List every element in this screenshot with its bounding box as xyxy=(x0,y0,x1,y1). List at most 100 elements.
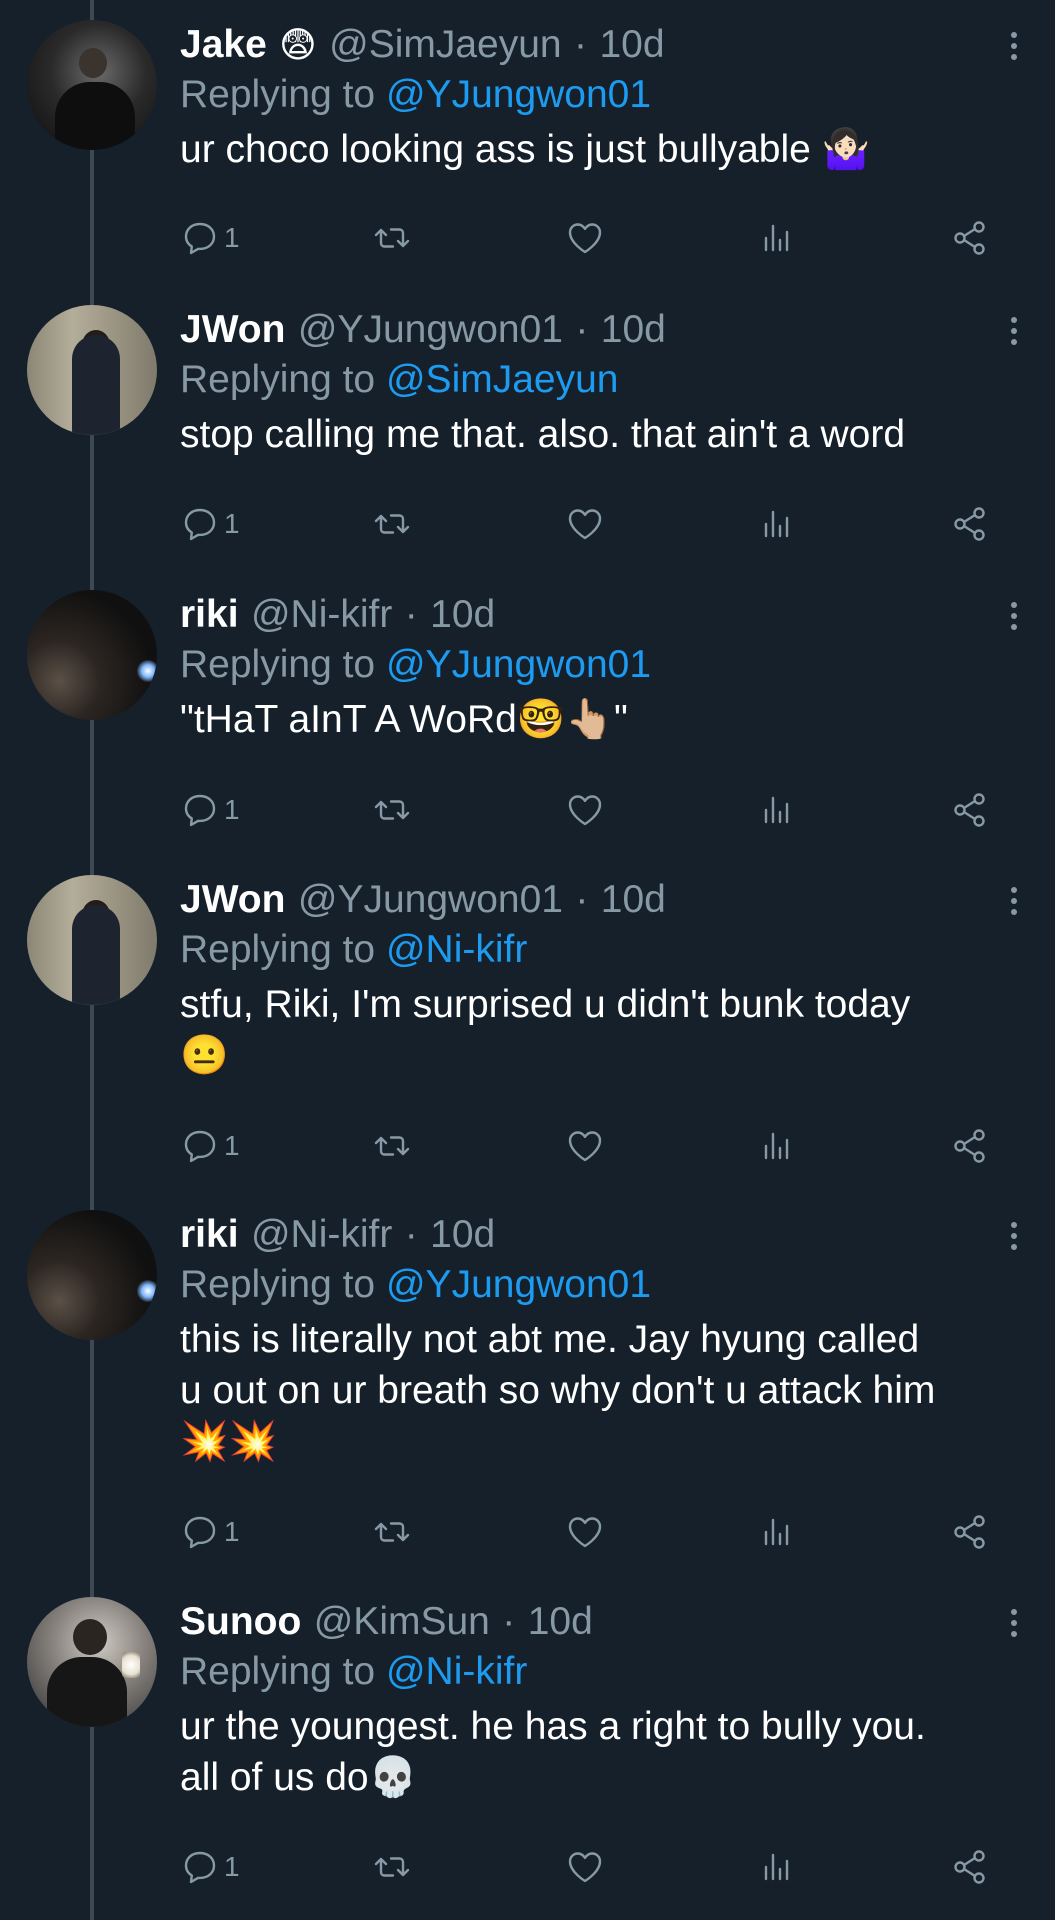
tweet-text: ur choco looking ass is just bullyable 🤷… xyxy=(180,128,871,171)
timestamp[interactable]: 10d xyxy=(430,593,495,636)
user-handle[interactable]: @Ni-kifr xyxy=(251,1213,392,1256)
replying-to: Replying to @Ni-kifr xyxy=(180,925,1020,975)
share-button[interactable] xyxy=(950,1845,990,1889)
retweet-button[interactable] xyxy=(372,1510,412,1554)
display-name[interactable]: Sunoo xyxy=(180,1600,301,1643)
views-button[interactable] xyxy=(758,788,798,832)
share-icon xyxy=(954,1515,985,1549)
like-button[interactable] xyxy=(565,216,605,260)
views-button[interactable] xyxy=(758,1845,798,1889)
reply-button[interactable]: 1 xyxy=(180,1124,240,1168)
reply-button[interactable]: 1 xyxy=(180,1510,240,1554)
avatar[interactable] xyxy=(27,875,157,1005)
reply-icon xyxy=(184,222,216,255)
like-button[interactable] xyxy=(565,502,605,546)
timestamp[interactable]: 10d xyxy=(430,1213,495,1256)
share-button[interactable] xyxy=(950,502,990,546)
mention-link[interactable]: @YJungwon01 xyxy=(386,73,651,116)
views-button[interactable] xyxy=(758,1124,798,1168)
retweet-button[interactable] xyxy=(372,788,412,832)
display-name[interactable]: Jake xyxy=(180,23,267,66)
share-button[interactable] xyxy=(950,1510,990,1554)
mention-link[interactable]: @Ni-kifr xyxy=(386,1650,527,1693)
like-button[interactable] xyxy=(565,1510,605,1554)
reply-button[interactable]: 1 xyxy=(180,216,240,260)
display-name[interactable]: riki xyxy=(180,593,239,636)
separator-dot: · xyxy=(502,1600,516,1643)
retweet-button[interactable] xyxy=(372,502,412,546)
replying-label: Replying to xyxy=(180,358,376,401)
retweet-button[interactable] xyxy=(372,216,412,260)
reply-button[interactable]: 1 xyxy=(180,1845,240,1889)
user-handle[interactable]: @KimSun xyxy=(314,1600,490,1643)
mention-link[interactable]: @YJungwon01 xyxy=(386,1263,651,1306)
retweet-button[interactable] xyxy=(372,1124,412,1168)
more-vertical-icon[interactable] xyxy=(1011,1609,1017,1639)
share-button[interactable] xyxy=(950,216,990,260)
user-handle[interactable]: @SimJaeyun xyxy=(329,23,562,66)
tweet-header: Sunoo @KimSun · 10d xyxy=(180,1597,1020,1647)
avatar[interactable] xyxy=(27,1597,157,1727)
share-button[interactable] xyxy=(950,788,990,832)
timestamp[interactable]: 10d xyxy=(601,308,666,351)
like-button[interactable] xyxy=(565,788,605,832)
timestamp[interactable]: 10d xyxy=(601,878,666,921)
display-name[interactable]: JWon xyxy=(180,308,285,351)
timestamp[interactable]: 10d xyxy=(528,1600,593,1643)
reply-count: 1 xyxy=(224,1516,240,1547)
avatar[interactable] xyxy=(27,305,157,435)
more-vertical-icon[interactable] xyxy=(1011,317,1017,347)
views-button[interactable] xyxy=(758,216,798,260)
more-vertical-icon[interactable] xyxy=(1011,1222,1017,1252)
heart-icon xyxy=(568,1852,602,1883)
like-button[interactable] xyxy=(565,1845,605,1889)
views-button[interactable] xyxy=(758,502,798,546)
reply-count: 1 xyxy=(224,794,240,825)
reply-count: 1 xyxy=(224,1851,240,1882)
retweet-button[interactable] xyxy=(372,1845,412,1889)
avatar[interactable] xyxy=(27,1210,157,1340)
more-vertical-icon[interactable] xyxy=(1011,32,1017,62)
more-vertical-icon[interactable] xyxy=(1011,602,1017,632)
share-button[interactable] xyxy=(950,1124,990,1168)
mention-link[interactable]: @SimJaeyun xyxy=(386,358,619,401)
heart-icon xyxy=(568,509,602,540)
reply-icon xyxy=(184,1851,216,1884)
tweet-actions: 1 xyxy=(180,502,1000,546)
more-vertical-icon[interactable] xyxy=(1011,887,1017,917)
display-name[interactable]: JWon xyxy=(180,878,285,921)
retweet-icon xyxy=(374,1522,410,1542)
heart-icon xyxy=(568,1517,602,1548)
user-handle[interactable]: @Ni-kifr xyxy=(251,593,392,636)
tweet-header: riki @Ni-kifr · 10d xyxy=(180,590,1020,640)
mention-link[interactable]: @YJungwon01 xyxy=(386,643,651,686)
retweet-icon xyxy=(374,514,410,534)
reply-count: 1 xyxy=(224,1130,240,1161)
heart-icon xyxy=(568,223,602,254)
reply-button[interactable]: 1 xyxy=(180,788,240,832)
tweet-text: stfu, Riki, I'm surprised u didn't bunk … xyxy=(180,983,911,1077)
user-handle[interactable]: @YJungwon01 xyxy=(298,878,563,921)
views-button[interactable] xyxy=(758,1510,798,1554)
analytics-icon xyxy=(764,796,789,824)
tweet-actions: 1 xyxy=(180,1845,1000,1889)
reply-icon xyxy=(184,1130,216,1163)
user-handle[interactable]: @YJungwon01 xyxy=(298,308,563,351)
timestamp[interactable]: 10d xyxy=(599,23,664,66)
separator-dot: · xyxy=(574,23,588,66)
display-name[interactable]: riki xyxy=(180,1213,239,1256)
reply-count: 1 xyxy=(224,508,240,539)
like-button[interactable] xyxy=(565,1124,605,1168)
tweet-header: JWon @YJungwon01 · 10d xyxy=(180,875,1020,925)
avatar[interactable] xyxy=(27,590,157,720)
reply-icon xyxy=(184,1516,216,1549)
retweet-icon xyxy=(374,1136,410,1156)
mention-link[interactable]: @Ni-kifr xyxy=(386,928,527,971)
reply-button[interactable]: 1 xyxy=(180,502,240,546)
tweet-actions: 1 xyxy=(180,216,1000,260)
tweet-text: "tHaT aInT A WoRd🤓👆🏼" xyxy=(180,698,628,741)
avatar[interactable] xyxy=(27,20,157,150)
replying-label: Replying to xyxy=(180,1650,376,1693)
tweet-header: JWon @YJungwon01 · 10d xyxy=(180,305,1020,355)
replying-label: Replying to xyxy=(180,643,376,686)
